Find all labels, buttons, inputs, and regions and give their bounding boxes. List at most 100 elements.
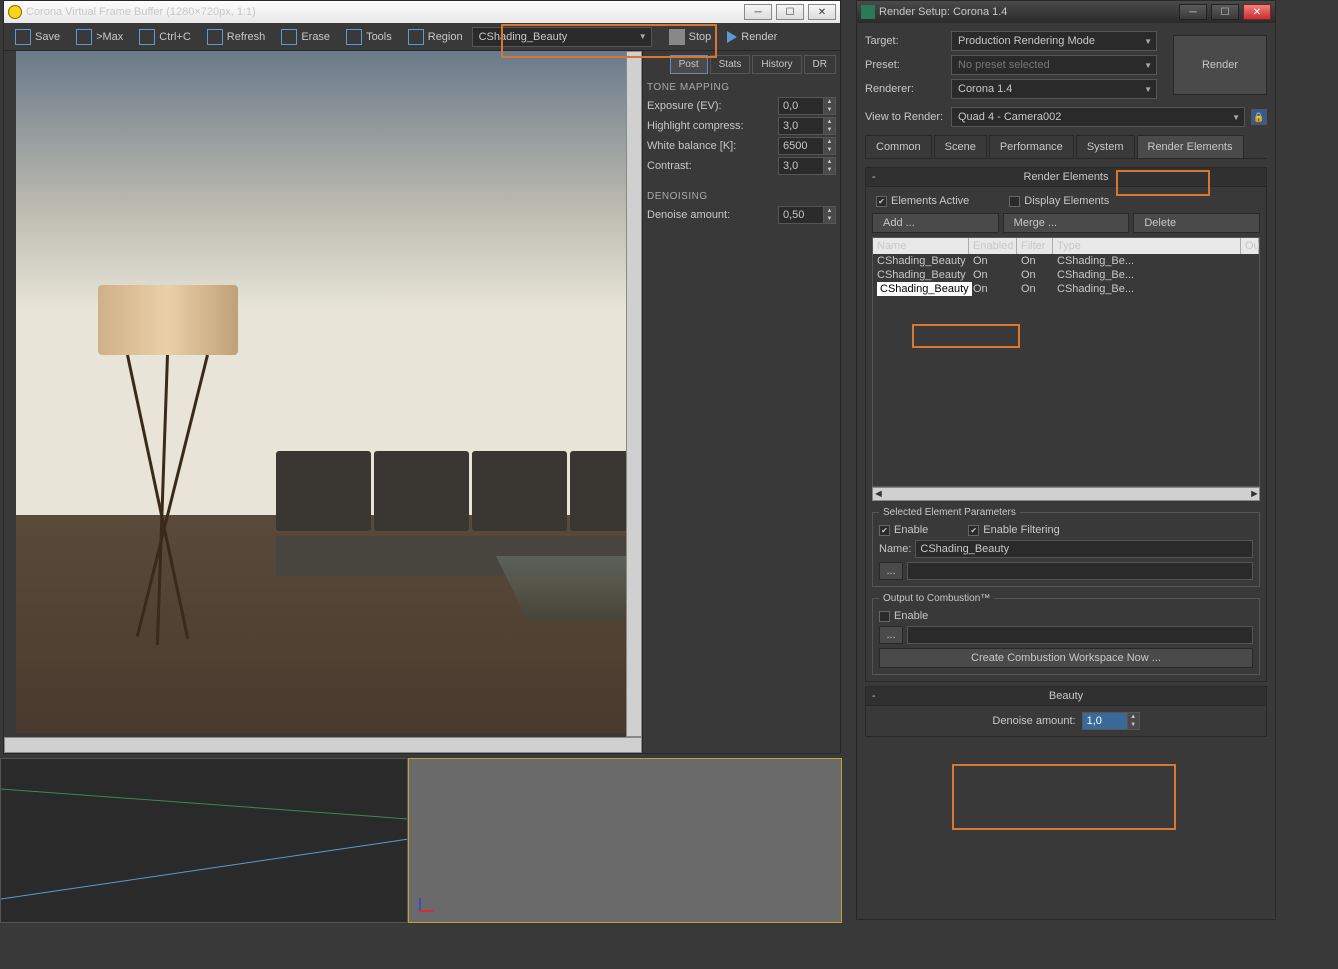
rendered-image bbox=[16, 51, 642, 733]
beauty-denoise-label: Denoise amount: bbox=[992, 715, 1075, 727]
highlight-spinner[interactable]: ▲▼ bbox=[778, 117, 836, 135]
table-row[interactable]: CShading_BeautyOnOnCShading_Be... bbox=[873, 268, 1259, 282]
denoise-label: Denoise amount: bbox=[647, 209, 774, 221]
save-button[interactable]: Save bbox=[8, 25, 67, 49]
vfb-side-panel: Post Stats History DR TONE MAPPING Expos… bbox=[642, 51, 840, 753]
region-button[interactable]: Region bbox=[401, 25, 470, 49]
save-icon bbox=[15, 29, 31, 45]
contrast-spinner[interactable]: ▲▼ bbox=[778, 157, 836, 175]
preset-dropdown[interactable]: No preset selected bbox=[951, 55, 1157, 75]
preset-label: Preset: bbox=[865, 59, 945, 71]
setup-minimize-button[interactable]: ─ bbox=[1179, 4, 1207, 20]
combustion-browse-button[interactable]: ... bbox=[879, 626, 903, 644]
render-setup-window: Render Setup: Corona 1.4 ─ ☐ ✕ Target: Pr… bbox=[856, 0, 1276, 920]
viewport-graph[interactable] bbox=[0, 758, 408, 923]
view-label: View to Render: bbox=[865, 111, 945, 123]
tab-scene[interactable]: Scene bbox=[934, 135, 987, 158]
browse-output-button[interactable]: ... bbox=[879, 562, 903, 580]
channel-dropdown[interactable]: CShading_Beauty bbox=[472, 27, 652, 47]
tab-stats[interactable]: Stats bbox=[710, 55, 751, 74]
vfb-title: Corona Virtual Frame Buffer (1280×720px,… bbox=[26, 6, 256, 18]
copy-icon bbox=[139, 29, 155, 45]
combustion-enable-checkbox[interactable]: Enable bbox=[879, 610, 1253, 622]
vfb-window: ☺ Corona Virtual Frame Buffer (1280×720p… bbox=[3, 0, 841, 754]
tab-common[interactable]: Common bbox=[865, 135, 932, 158]
display-elements-checkbox[interactable]: Display Elements bbox=[1009, 195, 1109, 207]
denoise-spinner[interactable]: ▲▼ bbox=[778, 206, 836, 224]
vfb-titlebar[interactable]: ☺ Corona Virtual Frame Buffer (1280×720p… bbox=[4, 1, 840, 23]
merge-button[interactable]: Merge ... bbox=[1003, 213, 1130, 233]
minimize-button[interactable]: ─ bbox=[744, 4, 772, 20]
region-icon bbox=[408, 29, 424, 45]
wb-label: White balance [K]: bbox=[647, 140, 774, 152]
list-header: Name Enabled Filter Type Ou bbox=[873, 238, 1259, 254]
tab-system[interactable]: System bbox=[1076, 135, 1135, 158]
tab-dr[interactable]: DR bbox=[804, 55, 836, 74]
element-name-input[interactable] bbox=[915, 540, 1253, 558]
horizontal-scrollbar[interactable] bbox=[4, 737, 642, 753]
elements-list[interactable]: Name Enabled Filter Type Ou CShading_Bea… bbox=[872, 237, 1260, 487]
stop-icon bbox=[669, 29, 685, 45]
exposure-spinner[interactable]: ▲▼ bbox=[778, 97, 836, 115]
view-dropdown[interactable]: Quad 4 - Camera002 bbox=[951, 107, 1245, 127]
refresh-button[interactable]: Refresh bbox=[200, 25, 273, 49]
combustion-path-input[interactable] bbox=[907, 626, 1253, 644]
stop-button[interactable]: Stop bbox=[662, 25, 719, 49]
contrast-label: Contrast: bbox=[647, 160, 774, 172]
smiley-icon: ☺ bbox=[8, 5, 22, 19]
tools-button[interactable]: Tools bbox=[339, 25, 399, 49]
play-icon bbox=[727, 31, 737, 43]
setup-title: Render Setup: Corona 1.4 bbox=[879, 6, 1007, 18]
close-button[interactable]: ✕ bbox=[808, 4, 836, 20]
refresh-icon bbox=[207, 29, 223, 45]
render-elements-rollout[interactable]: -Render Elements bbox=[865, 167, 1267, 187]
wb-spinner[interactable]: ▲▼ bbox=[778, 137, 836, 155]
delete-button[interactable]: Delete bbox=[1133, 213, 1260, 233]
elements-active-checkbox[interactable]: ✔Elements Active bbox=[876, 195, 969, 207]
enable-checkbox[interactable]: ✔Enable bbox=[879, 524, 928, 536]
viewport-strip bbox=[0, 758, 842, 923]
vertical-scrollbar[interactable] bbox=[626, 51, 642, 737]
tomax-button[interactable]: >Max bbox=[69, 25, 130, 49]
output-path-input[interactable] bbox=[907, 562, 1253, 580]
erase-icon bbox=[281, 29, 297, 45]
render-viewport[interactable] bbox=[4, 51, 642, 753]
setup-maximize-button[interactable]: ☐ bbox=[1211, 4, 1239, 20]
create-combustion-button[interactable]: Create Combustion Workspace Now ... bbox=[879, 648, 1253, 668]
tab-render-elements[interactable]: Render Elements bbox=[1137, 135, 1244, 158]
denoising-heading: DENOISING bbox=[647, 191, 836, 202]
setup-close-button[interactable]: ✕ bbox=[1243, 4, 1271, 20]
highlight-label: Highlight compress: bbox=[647, 120, 774, 132]
table-row[interactable]: CShading_BeautyOnOnCShading_Be... bbox=[873, 254, 1259, 268]
render-button[interactable]: Render bbox=[720, 27, 784, 47]
erase-button[interactable]: Erase bbox=[274, 25, 337, 49]
tab-post[interactable]: Post bbox=[670, 55, 708, 74]
sel-params-heading: Selected Element Parameters bbox=[879, 507, 1020, 518]
lamp-legs bbox=[116, 355, 220, 645]
tonemapping-heading: TONE MAPPING bbox=[647, 82, 836, 93]
lamp-shade bbox=[98, 285, 238, 355]
setup-titlebar[interactable]: Render Setup: Corona 1.4 ─ ☐ ✕ bbox=[857, 1, 1275, 23]
render-main-button[interactable]: Render bbox=[1173, 35, 1267, 95]
target-dropdown[interactable]: Production Rendering Mode bbox=[951, 31, 1157, 51]
ctrlc-button[interactable]: Ctrl+C bbox=[132, 25, 197, 49]
viewport-camera[interactable] bbox=[408, 758, 842, 923]
lock-icon[interactable]: 🔒 bbox=[1251, 109, 1267, 125]
tools-icon bbox=[346, 29, 362, 45]
add-button[interactable]: Add ... bbox=[872, 213, 999, 233]
table-row[interactable]: CShading_BeautyOnOnCShading_Be... bbox=[873, 282, 1259, 296]
app-icon bbox=[861, 5, 875, 19]
vfb-toolbar: Save >Max Ctrl+C Refresh Erase Tools Reg… bbox=[4, 23, 840, 51]
tab-history[interactable]: History bbox=[752, 55, 801, 74]
renderer-label: Renderer: bbox=[865, 83, 945, 95]
target-label: Target: bbox=[865, 35, 945, 47]
exposure-label: Exposure (EV): bbox=[647, 100, 774, 112]
renderer-dropdown[interactable]: Corona 1.4 bbox=[951, 79, 1157, 99]
name-label: Name: bbox=[879, 543, 911, 555]
tab-performance[interactable]: Performance bbox=[989, 135, 1074, 158]
enable-filtering-checkbox[interactable]: ✔Enable Filtering bbox=[968, 524, 1059, 536]
beauty-rollout[interactable]: -Beauty bbox=[865, 686, 1267, 706]
beauty-denoise-spinner[interactable]: ▲▼ bbox=[1082, 712, 1140, 730]
maximize-button[interactable]: ☐ bbox=[776, 4, 804, 20]
combustion-heading: Output to Combustion™ bbox=[879, 593, 994, 604]
